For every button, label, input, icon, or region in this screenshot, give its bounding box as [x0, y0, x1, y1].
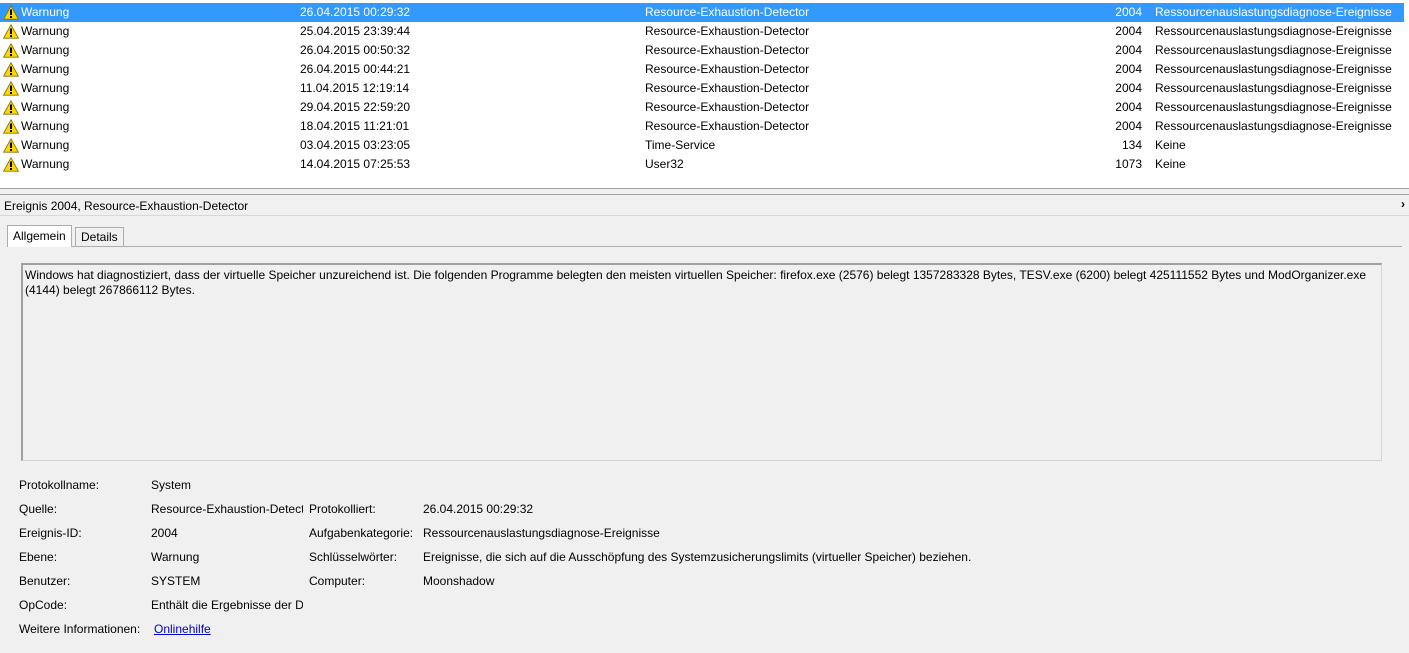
event-row[interactable]: Warnung 18.04.2015 11:21:01 Resource-Exhau…	[0, 117, 1404, 136]
warning-triangle-icon	[3, 138, 19, 153]
event-source: Resource-Exhaustion-Detector	[645, 81, 810, 95]
event-level: Warnung	[21, 138, 70, 152]
event-id: 2004	[1115, 43, 1142, 57]
event-id: 2004	[1115, 100, 1142, 114]
online-help-link[interactable]: Onlinehilfe	[154, 622, 211, 636]
warning-triangle-icon	[3, 81, 19, 96]
warning-triangle-icon	[3, 62, 19, 77]
event-level: Warnung	[21, 5, 70, 19]
chevron-right-icon[interactable]: ›	[1398, 197, 1408, 211]
event-category: Ressourcenauslastungsdiagnose-Ereignisse	[1155, 81, 1392, 95]
event-list[interactable]: Warnung 26.04.2015 00:29:32 Resource-Exhau…	[0, 0, 1409, 188]
event-row[interactable]: Warnung 29.04.2015 22:59:20 Resource-Exhau…	[0, 98, 1404, 117]
event-date: 26.04.2015 00:50:32	[300, 43, 411, 57]
event-date: 26.04.2015 00:29:32	[300, 5, 411, 19]
user-label: Benutzer:	[19, 574, 71, 588]
event-category: Ressourcenauslastungsdiagnose-Ereignisse	[1155, 119, 1392, 133]
event-source: Resource-Exhaustion-Detector	[645, 24, 810, 38]
task-category-label: Aufgabenkategorie:	[309, 526, 414, 540]
detail-header: Ereignis 2004, Resource-Exhaustion-Detec…	[0, 195, 1409, 216]
pane-splitter[interactable]	[0, 188, 1409, 195]
event-date: 14.04.2015 07:25:53	[300, 157, 411, 171]
event-row[interactable]: Warnung 11.04.2015 12:19:14 Resource-Exhau…	[0, 79, 1404, 98]
more-info-label: Weitere Informationen:	[19, 622, 141, 636]
warning-triangle-icon	[3, 43, 19, 58]
event-source: Resource-Exhaustion-Detector	[645, 119, 810, 133]
warning-triangle-icon	[3, 100, 19, 115]
event-date: 29.04.2015 22:59:20	[300, 100, 411, 114]
source-label: Quelle:	[19, 502, 58, 516]
tab-details[interactable]: Details	[75, 227, 124, 246]
event-id: 1073	[1115, 157, 1142, 171]
event-category: Ressourcenauslastungsdiagnose-Ereignisse	[1155, 100, 1392, 114]
log-name-value[interactable]: System	[151, 478, 191, 492]
event-category: Keine	[1155, 157, 1186, 171]
event-id: 2004	[1115, 5, 1142, 19]
event-id-label: Ereignis-ID:	[19, 526, 82, 540]
event-date: 18.04.2015 11:21:01	[300, 119, 410, 133]
warning-triangle-icon	[3, 5, 19, 20]
event-date: 25.04.2015 23:39:44	[300, 24, 411, 38]
event-message[interactable]: Windows hat diagnostiziert, dass der vir…	[21, 263, 1382, 461]
source-value[interactable]: Resource-Exhaustion-Detect	[151, 502, 303, 516]
opcode-value[interactable]: Enthält die Ergebnisse der Di	[151, 598, 303, 612]
warning-triangle-icon	[3, 157, 19, 172]
event-category: Ressourcenauslastungsdiagnose-Ereignisse	[1155, 43, 1392, 57]
event-row[interactable]: Warnung 26.04.2015 00:29:32 Resource-Exhau…	[0, 3, 1404, 22]
event-level: Warnung	[21, 24, 70, 38]
event-source: User32	[645, 157, 684, 171]
event-level: Warnung	[21, 100, 70, 114]
keywords-value[interactable]: Ereignisse, die sich auf die Ausschöpfun…	[423, 550, 971, 564]
logged-label: Protokolliert:	[309, 502, 376, 516]
event-id: 2004	[1115, 62, 1142, 76]
event-row[interactable]: Warnung 25.04.2015 23:39:44 Resource-Exhau…	[0, 22, 1404, 41]
event-source: Resource-Exhaustion-Detector	[645, 43, 810, 57]
event-id: 2004	[1115, 24, 1142, 38]
log-name-label: Protokollname:	[19, 478, 100, 492]
keywords-label: Schlüsselwörter:	[309, 550, 398, 564]
event-category: Ressourcenauslastungsdiagnose-Ereignisse	[1155, 24, 1392, 38]
event-row[interactable]: Warnung 03.04.2015 03:23:05 Time-Service 13…	[0, 136, 1404, 155]
event-date: 03.04.2015 03:23:05	[300, 138, 411, 152]
user-value[interactable]: SYSTEM	[151, 574, 200, 588]
event-date: 26.04.2015 00:44:21	[300, 62, 411, 76]
computer-label: Computer:	[309, 574, 366, 588]
event-category: Ressourcenauslastungsdiagnose-Ereignisse	[1155, 62, 1392, 76]
event-date: 11.04.2015 12:19:14	[300, 81, 410, 95]
event-source: Resource-Exhaustion-Detector	[645, 62, 810, 76]
level-label: Ebene:	[19, 550, 58, 564]
task-category-value[interactable]: Ressourcenauslastungsdiagnose-Ereignisse	[423, 526, 660, 540]
event-source: Resource-Exhaustion-Detector	[645, 100, 810, 114]
event-level: Warnung	[21, 157, 70, 171]
tab-general[interactable]: Allgemein	[7, 225, 72, 247]
event-category: Ressourcenauslastungsdiagnose-Ereignisse	[1155, 5, 1392, 19]
event-id: 2004	[1115, 81, 1142, 95]
computer-value[interactable]: Moonshadow	[423, 574, 494, 588]
event-id-value[interactable]: 2004	[151, 526, 178, 540]
event-row[interactable]: Warnung 14.04.2015 07:25:53 User32 1073 Kein…	[0, 155, 1404, 174]
opcode-label: OpCode:	[19, 598, 68, 612]
event-id: 134	[1121, 138, 1142, 152]
event-row[interactable]: Warnung 26.04.2015 00:44:21 Resource-Exhau…	[0, 60, 1404, 79]
event-level: Warnung	[21, 119, 70, 133]
list-scroll-edge	[1404, 0, 1409, 188]
event-level: Warnung	[21, 43, 70, 57]
level-value[interactable]: Warnung	[151, 550, 199, 564]
detail-title: Ereignis 2004, Resource-Exhaustion-Detec…	[4, 199, 249, 213]
warning-triangle-icon	[3, 24, 19, 39]
logged-value[interactable]: 26.04.2015 00:29:32	[423, 502, 533, 516]
event-level: Warnung	[21, 62, 70, 76]
warning-triangle-icon	[3, 119, 19, 134]
event-id: 2004	[1115, 119, 1142, 133]
event-row[interactable]: Warnung 26.04.2015 00:50:32 Resource-Exhau…	[0, 41, 1404, 60]
event-source: Time-Service	[645, 138, 716, 152]
event-level: Warnung	[21, 81, 70, 95]
event-source: Resource-Exhaustion-Detector	[645, 5, 810, 19]
event-category: Keine	[1155, 138, 1186, 152]
tab-divider	[7, 246, 1402, 247]
